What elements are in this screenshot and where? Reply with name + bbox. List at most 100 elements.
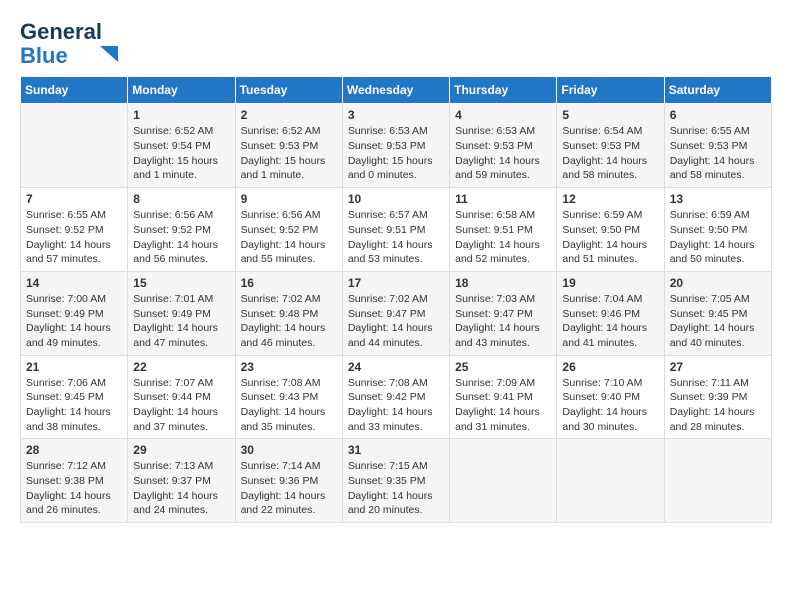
day-number: 2 bbox=[241, 108, 337, 122]
day-info: Sunrise: 7:02 AM Sunset: 9:47 PM Dayligh… bbox=[348, 292, 444, 351]
day-number: 22 bbox=[133, 360, 229, 374]
calendar-cell: 10 Sunrise: 6:57 AM Sunset: 9:51 PM Dayli… bbox=[342, 188, 449, 272]
day-info: Sunrise: 6:52 AM Sunset: 9:54 PM Dayligh… bbox=[133, 124, 229, 183]
day-number: 29 bbox=[133, 443, 229, 457]
day-number: 28 bbox=[26, 443, 122, 457]
day-number: 20 bbox=[670, 276, 766, 290]
calendar-cell: 3Sunrise: 6:53 AM Sunset: 9:53 PM Daylig… bbox=[342, 104, 449, 188]
weekday-header: Wednesday bbox=[342, 77, 449, 104]
day-info: Sunrise: 7:09 AM Sunset: 9:41 PM Dayligh… bbox=[455, 376, 551, 435]
calendar-cell: 17 Sunrise: 7:02 AM Sunset: 9:47 PM Dayli… bbox=[342, 271, 449, 355]
calendar-cell: 19Sunrise: 7:04 AM Sunset: 9:46 PM Dayli… bbox=[557, 271, 664, 355]
calendar-cell bbox=[21, 104, 128, 188]
day-info: Sunrise: 7:10 AM Sunset: 9:40 PM Dayligh… bbox=[562, 376, 658, 435]
calendar-week-row: 1 Sunrise: 6:52 AM Sunset: 9:54 PM Daylig… bbox=[21, 104, 772, 188]
day-number: 17 bbox=[348, 276, 444, 290]
day-info: Sunrise: 6:53 AM Sunset: 9:53 PM Dayligh… bbox=[348, 124, 444, 183]
calendar-cell: 4 Sunrise: 6:53 AM Sunset: 9:53 PM Daylig… bbox=[450, 104, 557, 188]
weekday-header: Monday bbox=[128, 77, 235, 104]
calendar-cell: 22 Sunrise: 7:07 AM Sunset: 9:44 PM Dayli… bbox=[128, 355, 235, 439]
day-info: Sunrise: 6:58 AM Sunset: 9:51 PM Dayligh… bbox=[455, 208, 551, 267]
day-number: 4 bbox=[455, 108, 551, 122]
day-info: Sunrise: 7:14 AM Sunset: 9:36 PM Dayligh… bbox=[241, 459, 337, 518]
calendar-cell: 13 Sunrise: 6:59 AM Sunset: 9:50 PM Dayli… bbox=[664, 188, 771, 272]
day-info: Sunrise: 7:07 AM Sunset: 9:44 PM Dayligh… bbox=[133, 376, 229, 435]
calendar-week-row: 21Sunrise: 7:06 AM Sunset: 9:45 PM Dayli… bbox=[21, 355, 772, 439]
day-number: 9 bbox=[241, 192, 337, 206]
calendar-cell: 28 Sunrise: 7:12 AM Sunset: 9:38 PM Dayli… bbox=[21, 439, 128, 523]
calendar-cell: 12Sunrise: 6:59 AM Sunset: 9:50 PM Dayli… bbox=[557, 188, 664, 272]
day-number: 18 bbox=[455, 276, 551, 290]
day-info: Sunrise: 7:08 AM Sunset: 9:43 PM Dayligh… bbox=[241, 376, 337, 435]
day-info: Sunrise: 6:57 AM Sunset: 9:51 PM Dayligh… bbox=[348, 208, 444, 267]
day-info: Sunrise: 6:55 AM Sunset: 9:53 PM Dayligh… bbox=[670, 124, 766, 183]
day-number: 12 bbox=[562, 192, 658, 206]
calendar-week-row: 14 Sunrise: 7:00 AM Sunset: 9:49 PM Dayli… bbox=[21, 271, 772, 355]
day-number: 10 bbox=[348, 192, 444, 206]
day-number: 24 bbox=[348, 360, 444, 374]
day-info: Sunrise: 6:56 AM Sunset: 9:52 PM Dayligh… bbox=[241, 208, 337, 267]
day-info: Sunrise: 6:55 AM Sunset: 9:52 PM Dayligh… bbox=[26, 208, 122, 267]
day-info: Sunrise: 7:02 AM Sunset: 9:48 PM Dayligh… bbox=[241, 292, 337, 351]
day-info: Sunrise: 6:59 AM Sunset: 9:50 PM Dayligh… bbox=[670, 208, 766, 267]
day-number: 1 bbox=[133, 108, 229, 122]
calendar-week-row: 7 Sunrise: 6:55 AM Sunset: 9:52 PM Daylig… bbox=[21, 188, 772, 272]
calendar-cell: 25 Sunrise: 7:09 AM Sunset: 9:41 PM Dayli… bbox=[450, 355, 557, 439]
day-info: Sunrise: 7:01 AM Sunset: 9:49 PM Dayligh… bbox=[133, 292, 229, 351]
day-info: Sunrise: 7:06 AM Sunset: 9:45 PM Dayligh… bbox=[26, 376, 122, 435]
day-info: Sunrise: 7:12 AM Sunset: 9:38 PM Dayligh… bbox=[26, 459, 122, 518]
weekday-header: Tuesday bbox=[235, 77, 342, 104]
day-number: 30 bbox=[241, 443, 337, 457]
calendar-cell: 27 Sunrise: 7:11 AM Sunset: 9:39 PM Dayli… bbox=[664, 355, 771, 439]
calendar-cell: 29 Sunrise: 7:13 AM Sunset: 9:37 PM Dayli… bbox=[128, 439, 235, 523]
calendar-cell: 20 Sunrise: 7:05 AM Sunset: 9:45 PM Dayli… bbox=[664, 271, 771, 355]
calendar-cell: 30 Sunrise: 7:14 AM Sunset: 9:36 PM Dayli… bbox=[235, 439, 342, 523]
weekday-header: Saturday bbox=[664, 77, 771, 104]
day-number: 25 bbox=[455, 360, 551, 374]
day-info: Sunrise: 7:00 AM Sunset: 9:49 PM Dayligh… bbox=[26, 292, 122, 351]
day-info: Sunrise: 7:03 AM Sunset: 9:47 PM Dayligh… bbox=[455, 292, 551, 351]
calendar-cell: 5 Sunrise: 6:54 AM Sunset: 9:53 PM Daylig… bbox=[557, 104, 664, 188]
day-number: 6 bbox=[670, 108, 766, 122]
calendar-cell: 8Sunrise: 6:56 AM Sunset: 9:52 PM Daylig… bbox=[128, 188, 235, 272]
weekday-header: Thursday bbox=[450, 77, 557, 104]
day-number: 19 bbox=[562, 276, 658, 290]
day-info: Sunrise: 6:53 AM Sunset: 9:53 PM Dayligh… bbox=[455, 124, 551, 183]
calendar-cell: 24 Sunrise: 7:08 AM Sunset: 9:42 PM Dayli… bbox=[342, 355, 449, 439]
day-number: 5 bbox=[562, 108, 658, 122]
day-number: 16 bbox=[241, 276, 337, 290]
calendar-cell: 2 Sunrise: 6:52 AM Sunset: 9:53 PM Daylig… bbox=[235, 104, 342, 188]
calendar-cell bbox=[557, 439, 664, 523]
calendar-cell: 31 Sunrise: 7:15 AM Sunset: 9:35 PM Dayli… bbox=[342, 439, 449, 523]
calendar-cell: 21Sunrise: 7:06 AM Sunset: 9:45 PM Dayli… bbox=[21, 355, 128, 439]
calendar-cell bbox=[664, 439, 771, 523]
calendar-cell: 18 Sunrise: 7:03 AM Sunset: 9:47 PM Dayli… bbox=[450, 271, 557, 355]
calendar-cell: 16 Sunrise: 7:02 AM Sunset: 9:48 PM Dayli… bbox=[235, 271, 342, 355]
day-info: Sunrise: 7:11 AM Sunset: 9:39 PM Dayligh… bbox=[670, 376, 766, 435]
calendar-cell: 15Sunrise: 7:01 AM Sunset: 9:49 PM Dayli… bbox=[128, 271, 235, 355]
calendar-cell bbox=[450, 439, 557, 523]
day-number: 8 bbox=[133, 192, 229, 206]
logo-text: GeneralBlue bbox=[20, 20, 102, 68]
day-info: Sunrise: 6:54 AM Sunset: 9:53 PM Dayligh… bbox=[562, 124, 658, 183]
calendar-cell: 1 Sunrise: 6:52 AM Sunset: 9:54 PM Daylig… bbox=[128, 104, 235, 188]
weekday-header: Sunday bbox=[21, 77, 128, 104]
day-number: 7 bbox=[26, 192, 122, 206]
day-info: Sunrise: 7:05 AM Sunset: 9:45 PM Dayligh… bbox=[670, 292, 766, 351]
day-number: 23 bbox=[241, 360, 337, 374]
day-info: Sunrise: 7:15 AM Sunset: 9:35 PM Dayligh… bbox=[348, 459, 444, 518]
logo-arrow-icon bbox=[98, 44, 120, 66]
calendar-cell: 26Sunrise: 7:10 AM Sunset: 9:40 PM Dayli… bbox=[557, 355, 664, 439]
day-number: 27 bbox=[670, 360, 766, 374]
day-info: Sunrise: 6:52 AM Sunset: 9:53 PM Dayligh… bbox=[241, 124, 337, 183]
day-number: 31 bbox=[348, 443, 444, 457]
day-number: 14 bbox=[26, 276, 122, 290]
day-info: Sunrise: 7:08 AM Sunset: 9:42 PM Dayligh… bbox=[348, 376, 444, 435]
day-number: 13 bbox=[670, 192, 766, 206]
day-number: 11 bbox=[455, 192, 551, 206]
day-info: Sunrise: 7:13 AM Sunset: 9:37 PM Dayligh… bbox=[133, 459, 229, 518]
calendar-week-row: 28 Sunrise: 7:12 AM Sunset: 9:38 PM Dayli… bbox=[21, 439, 772, 523]
calendar-cell: 9 Sunrise: 6:56 AM Sunset: 9:52 PM Daylig… bbox=[235, 188, 342, 272]
page-header: GeneralBlue bbox=[20, 20, 772, 68]
weekday-header: Friday bbox=[557, 77, 664, 104]
